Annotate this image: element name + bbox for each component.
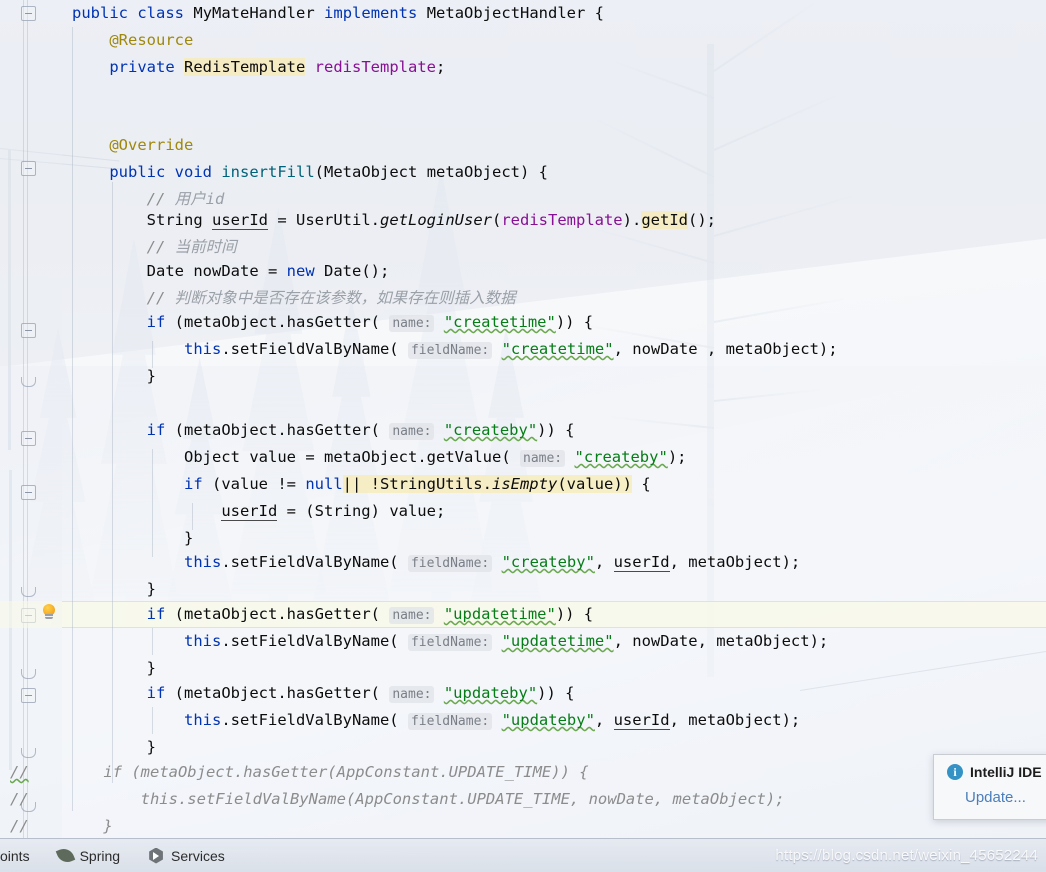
code-line[interactable]: this.setFieldValByName( fieldName: "upda… xyxy=(72,707,800,734)
code-line[interactable]: Object value = metaObject.getValue( name… xyxy=(72,444,686,471)
notification-update-link[interactable]: Update... xyxy=(934,780,1046,806)
code-line[interactable]: Date nowDate = new Date(); xyxy=(72,258,390,285)
fold-marker-method[interactable] xyxy=(21,161,36,176)
status-breakpoints-label: oints xyxy=(0,847,30,864)
fold-end-updatetime xyxy=(21,669,36,679)
fold-end-createtime xyxy=(21,377,36,387)
notification-balloon[interactable]: i IntelliJ IDE Update... xyxy=(933,754,1046,820)
code-line-commented-out[interactable]: // } xyxy=(10,813,113,840)
editor-gutter[interactable] xyxy=(0,0,62,838)
code-line[interactable]: if (metaObject.hasGetter( name: "updateb… xyxy=(72,680,574,707)
code-line[interactable]: this.setFieldValByName( fieldName: "crea… xyxy=(72,549,800,576)
code-line-commented-out[interactable]: // if (metaObject.hasGetter(AppConstant.… xyxy=(10,759,589,786)
status-spring-label: Spring xyxy=(79,847,121,864)
fold-marker-if-inner[interactable] xyxy=(21,485,36,500)
fold-marker-class[interactable] xyxy=(21,6,36,21)
code-line[interactable]: } xyxy=(72,525,193,552)
notification-header: i IntelliJ IDE xyxy=(934,755,1046,780)
code-line-commented-out[interactable]: // this.setFieldValByName(AppConstant.UP… xyxy=(10,786,785,813)
code-line[interactable]: } xyxy=(72,576,156,603)
status-item-spring[interactable]: Spring xyxy=(44,839,134,872)
spring-leaf-icon xyxy=(55,845,75,866)
code-pane[interactable]: public class MyMateHandler implements Me… xyxy=(10,0,1046,838)
code-line[interactable]: userId = (String) value; xyxy=(72,498,445,525)
code-line[interactable]: } xyxy=(72,363,156,390)
fold-rail xyxy=(27,0,28,838)
status-services-label: Services xyxy=(171,847,225,864)
gutter-separator xyxy=(23,0,24,838)
code-line[interactable]: this.setFieldValByName( fieldName: "upda… xyxy=(72,628,828,655)
code-line[interactable]: } xyxy=(72,655,156,682)
watermark: https://blog.csdn.net/weixin_45652244 xyxy=(775,847,1038,864)
code-line[interactable]: public void insertFill(MetaObject metaOb… xyxy=(72,159,548,186)
services-play-icon xyxy=(149,847,163,864)
code-editor[interactable]: public class MyMateHandler implements Me… xyxy=(0,0,1046,838)
code-line[interactable]: } xyxy=(72,734,156,761)
status-item-breakpoints[interactable]: oints xyxy=(0,839,44,872)
fold-end-updateby xyxy=(21,748,36,758)
fold-marker-if-updateby[interactable] xyxy=(21,688,36,703)
info-icon: i xyxy=(947,764,963,780)
code-line[interactable]: String userId = UserUtil.getLoginUser(re… xyxy=(72,207,716,234)
code-line-comment[interactable]: // 判断对象中是否存在该参数，如果存在则插入数据 xyxy=(72,285,516,312)
code-line[interactable]: if (value != null|| !StringUtils.isEmpty… xyxy=(72,471,651,498)
code-line[interactable]: if (metaObject.hasGetter( name: "createb… xyxy=(72,417,574,444)
code-line-caret[interactable]: if (metaObject.hasGetter( name: "updatet… xyxy=(72,601,593,628)
fold-marker-if-createby[interactable] xyxy=(21,431,36,446)
code-line[interactable]: if (metaObject.hasGetter( name: "createt… xyxy=(72,309,593,336)
status-item-services[interactable]: Services xyxy=(134,839,239,872)
fold-end-createby xyxy=(21,587,36,597)
code-line[interactable]: this.setFieldValByName( fieldName: "crea… xyxy=(72,336,838,363)
code-line[interactable]: private RedisTemplate redisTemplate; xyxy=(72,54,445,81)
code-line[interactable]: public class MyMateHandler implements Me… xyxy=(72,0,604,27)
code-line-comment[interactable]: // 当前时间 xyxy=(72,234,237,261)
intention-bulb-icon[interactable] xyxy=(41,604,57,621)
code-line[interactable]: @Override xyxy=(72,132,193,159)
ide-window: public class MyMateHandler implements Me… xyxy=(0,0,1046,872)
notification-title: IntelliJ IDE xyxy=(970,764,1042,780)
fold-marker-if-createtime[interactable] xyxy=(21,323,36,338)
code-line[interactable]: @Resource xyxy=(72,27,193,54)
